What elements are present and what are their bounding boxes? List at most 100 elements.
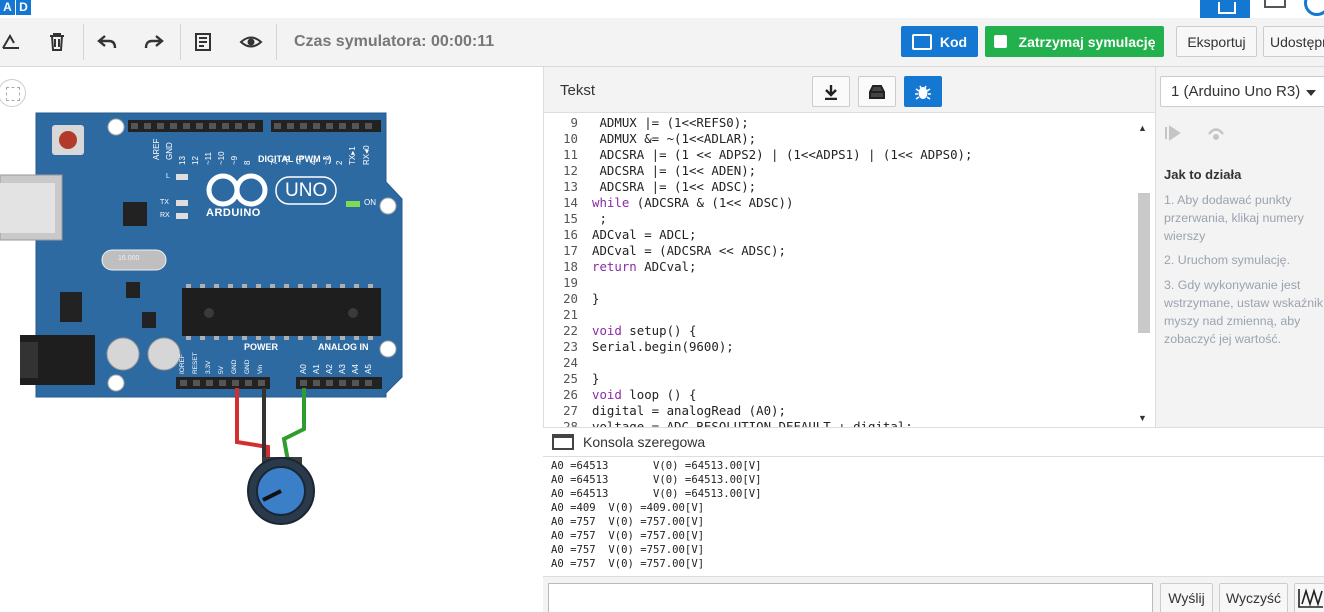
code-line[interactable]: 27 digital = analogRead (A0); <box>544 403 786 419</box>
download-icon[interactable] <box>812 76 850 107</box>
line-number[interactable]: 25 <box>544 371 578 387</box>
code-rest: ADCval; <box>636 259 697 274</box>
code-rest: (ADCSRA & (1<< ADSC)) <box>629 195 794 210</box>
code-line[interactable]: 17 ADCval = (ADCSRA << ADSC); <box>544 243 786 259</box>
board-select[interactable]: 1 (Arduino Uno R3) <box>1160 76 1324 107</box>
eye-icon[interactable] <box>236 27 266 57</box>
stop-simulation-button[interactable]: Zatrzymaj symulację <box>985 26 1164 57</box>
board-gnd-label: GND <box>165 142 174 160</box>
code-line[interactable]: 28 voltage = ADC_RESOLUTION_DEFAULT + dig… <box>544 419 913 427</box>
export-button[interactable]: Eksportuj <box>1176 26 1257 57</box>
code-scroll-thumb[interactable] <box>1138 193 1150 333</box>
code-line[interactable]: 14 while (ADCSRA & (1<< ADSC)) <box>544 195 793 211</box>
line-number[interactable]: 16 <box>544 227 578 243</box>
line-number[interactable]: 19 <box>544 275 578 291</box>
schematic-view-icon[interactable] <box>1264 0 1286 8</box>
code-line[interactable]: 24 <box>544 355 592 371</box>
code-text: ADCSRA |= (1<< ADEN); <box>592 163 757 178</box>
line-number[interactable]: 23 <box>544 339 578 355</box>
pin-label: RX◂0 <box>362 145 371 165</box>
line-number[interactable]: 28 <box>544 419 578 427</box>
line-number[interactable]: 14 <box>544 195 578 211</box>
debugger-icon[interactable] <box>904 76 942 107</box>
redo-icon[interactable] <box>139 27 169 57</box>
code-line[interactable]: 13 ADCSRA |= (1<< ADSC); <box>544 179 756 195</box>
serial-monitor-header[interactable]: Konsola szeregowa <box>543 427 1324 457</box>
code-line[interactable]: 15 ; <box>544 211 607 227</box>
code-line[interactable]: 9 ADMUX |= (1<<REFS0); <box>544 115 749 131</box>
serial-line: A0 =757 V(0) =757.00[V] <box>551 544 705 556</box>
line-number[interactable]: 27 <box>544 403 578 419</box>
code-icon <box>911 33 932 50</box>
line-number[interactable]: 12 <box>544 163 578 179</box>
step-over-icon[interactable] <box>1206 125 1228 147</box>
code-line[interactable]: 25} <box>544 371 599 387</box>
line-number[interactable]: 11 <box>544 147 578 163</box>
serial-input[interactable] <box>548 583 1153 612</box>
scroll-up-icon[interactable]: ▲ <box>1138 123 1147 133</box>
pin-label: A0 <box>299 364 308 374</box>
line-number[interactable]: 18 <box>544 259 578 275</box>
line-number[interactable]: 22 <box>544 323 578 339</box>
avatar[interactable] <box>1304 0 1324 16</box>
step-icon[interactable] <box>1164 125 1186 147</box>
serial-line: A0 =757 V(0) =757.00[V] <box>551 516 705 528</box>
code-line[interactable]: 26 void loop () { <box>544 387 696 403</box>
code-line[interactable]: 23 Serial.begin(9600); <box>544 339 734 355</box>
code-editor[interactable]: 9 ADMUX |= (1<<REFS0); 10 ADMUX &= ~(1<<A… <box>544 113 1144 427</box>
line-number[interactable]: 17 <box>544 243 578 259</box>
code-text: void setup() { <box>592 323 696 338</box>
clear-button[interactable]: Wyczyść <box>1219 583 1288 612</box>
code-line[interactable]: 21 <box>544 307 592 323</box>
library-icon[interactable] <box>858 76 896 107</box>
code-text: while (ADCSRA & (1<< ADSC)) <box>592 195 793 210</box>
line-number[interactable]: 9 <box>544 115 578 131</box>
notes-icon[interactable] <box>188 27 218 57</box>
howto-item: 2. Uruchom symulację. <box>1164 253 1291 267</box>
code-button-label: Kod <box>939 33 968 50</box>
simulator-time: Czas symulatora: 00:00:11 <box>294 33 495 50</box>
code-line[interactable]: 11 ADCSRA |= (1 << ADPS2) | (1<<ADPS1) |… <box>544 147 972 163</box>
serial-line: A0 =757 V(0) =757.00[V] <box>551 530 705 542</box>
board-model: UNO <box>285 180 328 201</box>
line-number[interactable]: 21 <box>544 307 578 323</box>
code-text: ADMUX &= ~(1<<ADLAR); <box>592 131 757 146</box>
code-line[interactable]: 18 return ADCval; <box>544 259 696 275</box>
pin-label: Vin <box>257 364 264 374</box>
toolbar-divider <box>276 24 277 60</box>
code-line[interactable]: 16 ADCval = ADCL; <box>544 227 696 243</box>
line-number[interactable]: 24 <box>544 355 578 371</box>
share-button[interactable]: Udostępnij <box>1263 26 1324 57</box>
code-mode-tab[interactable]: Tekst <box>560 82 595 99</box>
line-number[interactable]: 10 <box>544 131 578 147</box>
circuit-canvas[interactable]: ARDUINO UNO DIGITAL (PWM ~) POWER ANALOG… <box>0 67 543 612</box>
arduino-board[interactable] <box>0 67 543 612</box>
line-number[interactable]: 13 <box>544 179 578 195</box>
code-line[interactable]: 19 <box>544 275 592 291</box>
line-number[interactable]: 20 <box>544 291 578 307</box>
line-number[interactable]: 26 <box>544 387 578 403</box>
toolbar-divider <box>83 24 84 60</box>
code-line[interactable]: 20} <box>544 291 599 307</box>
code-text: digital = analogRead (A0); <box>592 403 786 418</box>
pin-label: A3 <box>338 364 347 374</box>
code-line[interactable]: 22 void setup() { <box>544 323 696 339</box>
rotate-icon[interactable] <box>0 27 26 57</box>
code-line[interactable]: 10 ADMUX &= ~(1<<ADLAR); <box>544 131 756 147</box>
circuit-view-icon[interactable] <box>1200 0 1250 18</box>
code-text: ADCval = (ADCSRA << ADSC); <box>592 243 786 258</box>
code-line[interactable]: 12 ADCSRA |= (1<< ADEN); <box>544 163 756 179</box>
trash-icon[interactable] <box>42 27 72 57</box>
pin-label: 12 <box>191 156 200 165</box>
code-panel: Tekst 9 ADMUX |= (1<<REFS0); 10 ADMUX &= … <box>543 67 1156 427</box>
graph-toggle-button[interactable] <box>1294 583 1324 612</box>
app-logo[interactable]: A D <box>0 0 31 15</box>
line-number[interactable]: 15 <box>544 211 578 227</box>
pin-label: 7 <box>270 160 279 165</box>
undo-icon[interactable] <box>92 27 122 57</box>
code-text: voltage = ADC_RESOLUTION_DEFAULT + digit… <box>592 419 913 427</box>
code-button[interactable]: Kod <box>901 26 978 57</box>
scroll-down-icon[interactable]: ▼ <box>1138 413 1147 423</box>
pin-label: A2 <box>325 364 334 374</box>
send-button[interactable]: Wyślij <box>1160 583 1213 612</box>
